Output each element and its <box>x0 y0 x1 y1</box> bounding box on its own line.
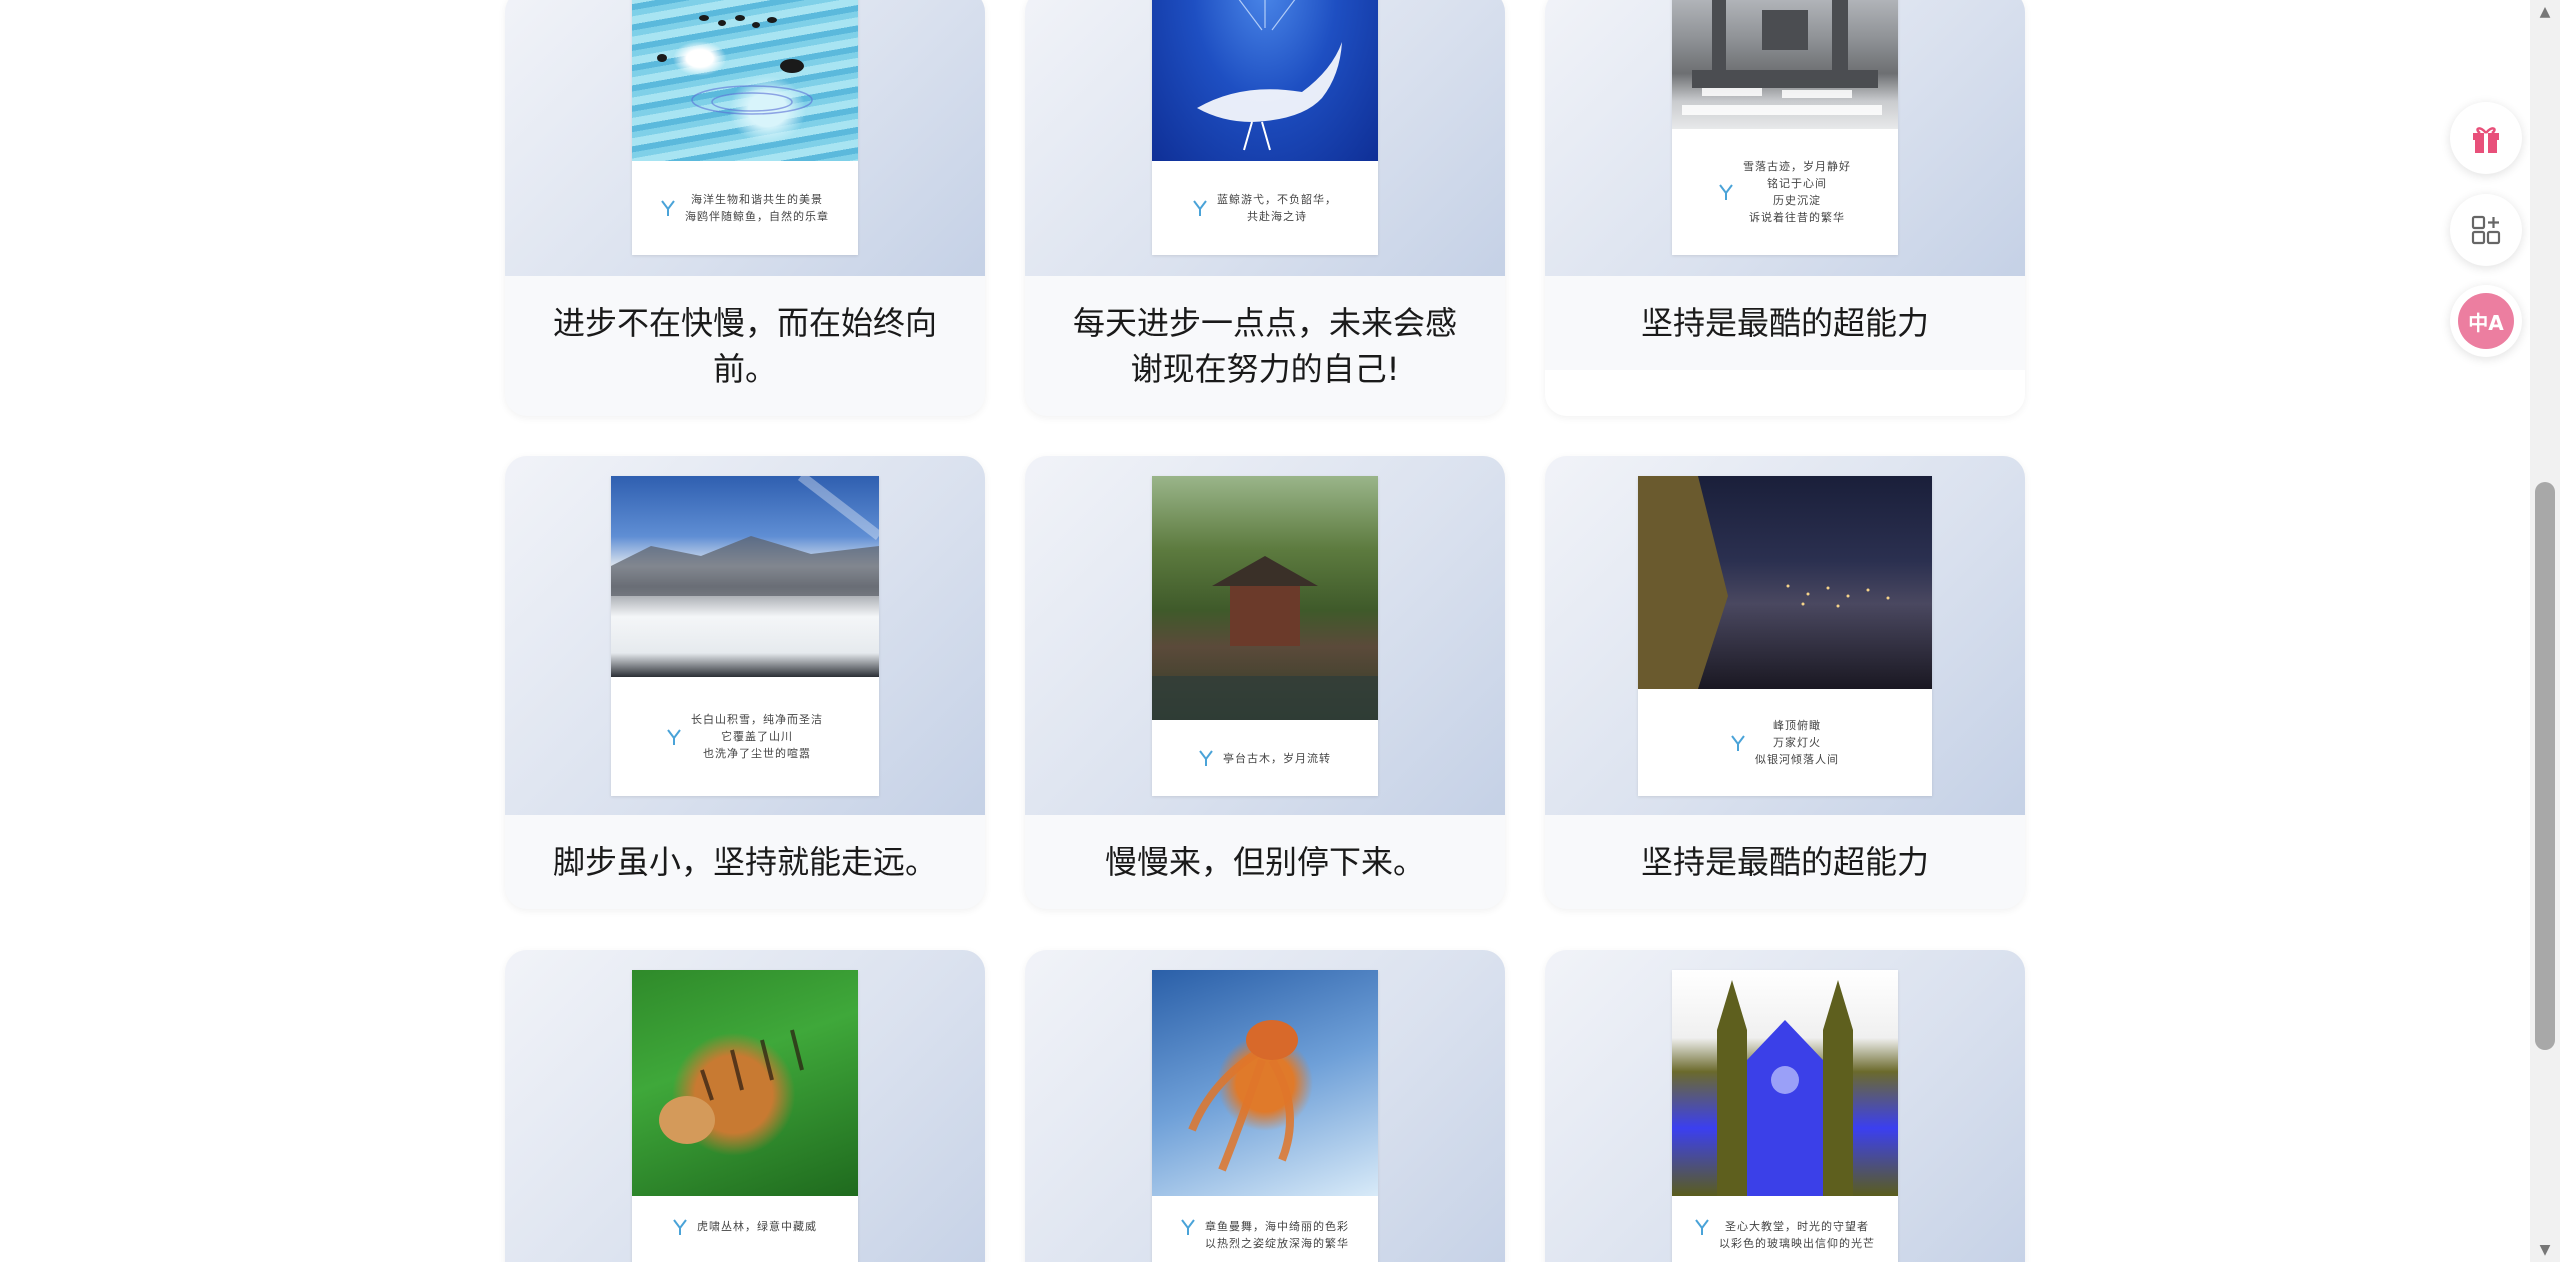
poster-image <box>632 970 858 1196</box>
brand-logo-icon <box>1181 1219 1195 1235</box>
garden-pavilion-illustration <box>1152 556 1378 720</box>
gift-icon <box>2473 127 2499 153</box>
poster-caption-text: 海洋生物和谐共生的美景 海鸥伴随鲸鱼，自然的乐章 <box>685 193 829 223</box>
poster: 海洋生物和谐共生的美景 海鸥伴随鲸鱼，自然的乐章 <box>632 0 858 255</box>
poster-card[interactable]: 峰顶俯瞰 万家灯火 似银河倾落人间 坚持是最酷的超能力 <box>1545 456 2025 909</box>
card-media: 虎啸丛林，绿意中藏威 <box>505 950 985 1262</box>
poster-caption: 圣心大教堂，时光的守望者 以彩色的玻璃映出信仰的光芒 <box>1672 1196 1898 1262</box>
card-title: 坚持是最酷的超能力 <box>1640 843 1929 881</box>
poster-caption-text: 蓝鲸游弋，不负韶华， 共赴海之诗 <box>1217 193 1337 223</box>
poster-image <box>632 0 858 161</box>
scrollbar-thumb[interactable] <box>2535 482 2555 1050</box>
gift-button[interactable] <box>2450 102 2522 174</box>
poster-image <box>1672 0 1898 129</box>
poster-card[interactable]: 雪落古迹，岁月静好 铭记于心间 历史沉淀 诉说着往昔的繁华 坚持是最酷的超能力 <box>1545 0 2025 416</box>
translate-icon: 中A <box>2458 293 2514 349</box>
brand-logo-icon <box>1199 750 1213 766</box>
poster-image <box>1638 476 1932 689</box>
brand-logo-icon <box>1695 1219 1709 1235</box>
brand-logo-icon <box>1193 200 1207 216</box>
poster-caption: 海洋生物和谐共生的美景 海鸥伴随鲸鱼，自然的乐章 <box>632 161 858 255</box>
poster-image <box>1672 970 1898 1196</box>
poster-caption: 长白山积雪，纯净而圣洁 它覆盖了山川 也洗净了尘世的喧嚣 <box>611 677 879 796</box>
poster: 蓝鲸游弋，不负韶华， 共赴海之诗 <box>1152 0 1378 255</box>
card-title: 坚持是最酷的超能力 <box>1640 304 1929 342</box>
brand-logo-icon <box>661 200 675 216</box>
card-title: 进步不在快慢，而在始终向前。 <box>552 304 937 388</box>
card-media: 圣心大教堂，时光的守望者 以彩色的玻璃映出信仰的光芒 <box>1545 950 2025 1262</box>
poster-caption-text: 长白山积雪，纯净而圣洁 它覆盖了山川 也洗净了尘世的喧嚣 <box>691 713 823 760</box>
poster-card[interactable]: 海洋生物和谐共生的美景 海鸥伴随鲸鱼，自然的乐章 进步不在快慢，而在始终向前。 <box>505 0 985 416</box>
ruins-illustration <box>1682 0 1882 115</box>
poster: 雪落古迹，岁月静好 铭记于心间 历史沉淀 诉说着往昔的繁华 <box>1672 0 1898 255</box>
card-title: 慢慢来，但别停下来。 <box>1104 843 1425 881</box>
poster-caption-text: 圣心大教堂，时光的守望者 以彩色的玻璃映出信仰的光芒 <box>1719 1220 1875 1250</box>
cathedral-illustration <box>1717 980 1853 1196</box>
poster-image <box>1152 476 1378 720</box>
poster-card[interactable]: 蓝鲸游弋，不负韶华， 共赴海之诗 每天进步一点点，未来会感谢现在努力的自己! <box>1025 0 1505 416</box>
apps-add-icon <box>2471 215 2501 245</box>
night-city-illustration <box>1638 476 1890 689</box>
poster-caption: 雪落古迹，岁月静好 铭记于心间 历史沉淀 诉说着往昔的繁华 <box>1672 129 1898 255</box>
poster-caption-text: 雪落古迹，岁月静好 铭记于心间 历史沉淀 诉说着往昔的繁华 <box>1743 160 1851 224</box>
poster: 虎啸丛林，绿意中藏威 <box>632 970 858 1262</box>
poster-image <box>1152 0 1378 161</box>
poster-caption-text: 峰顶俯瞰 万家灯火 似银河倾落人间 <box>1755 719 1839 766</box>
poster-caption: 亭台古木，岁月流转 <box>1152 720 1378 796</box>
poster: 峰顶俯瞰 万家灯火 似银河倾落人间 <box>1638 476 1932 796</box>
brand-logo-icon <box>667 728 681 745</box>
poster-caption: 虎啸丛林，绿意中藏威 <box>632 1196 858 1262</box>
poster-card[interactable]: 长白山积雪，纯净而圣洁 它覆盖了山川 也洗净了尘世的喧嚣 脚步虽小，坚持就能走远… <box>505 456 985 909</box>
poster-caption-text: 亭台古木，岁月流转 <box>1223 751 1331 765</box>
apps-button[interactable] <box>2450 194 2522 266</box>
card-media: 峰顶俯瞰 万家灯火 似银河倾落人间 <box>1545 456 2025 815</box>
scroll-up-arrow[interactable]: ▲ <box>2535 2 2555 22</box>
card-title: 脚步虽小，坚持就能走远。 <box>552 843 937 881</box>
poster: 长白山积雪，纯净而圣洁 它覆盖了山川 也洗净了尘世的喧嚣 <box>611 476 879 796</box>
tiger-illustration <box>659 1029 804 1144</box>
poster-image <box>611 476 879 677</box>
scroll-down-arrow[interactable]: ▼ <box>2535 1240 2555 1260</box>
whale-illustration <box>1197 0 1342 151</box>
card-footer <box>1545 370 2025 416</box>
brand-logo-icon <box>1719 184 1733 200</box>
card-media: 雪落古迹，岁月静好 铭记于心间 历史沉淀 诉说着往昔的繁华 <box>1545 0 2025 276</box>
translate-button[interactable]: 中A <box>2450 285 2522 357</box>
poster-caption-text: 章鱼曼舞，海中绮丽的色彩 以热烈之姿绽放深海的繁华 <box>1205 1220 1349 1250</box>
poster: 亭台古木，岁月流转 <box>1152 476 1378 796</box>
poster-caption: 章鱼曼舞，海中绮丽的色彩 以热烈之姿绽放深海的繁华 <box>1152 1196 1378 1262</box>
octopus-illustration <box>1188 1020 1298 1172</box>
poster: 章鱼曼舞，海中绮丽的色彩 以热烈之姿绽放深海的繁华 <box>1152 970 1378 1262</box>
page: 海洋生物和谐共生的美景 海鸥伴随鲸鱼，自然的乐章 进步不在快慢，而在始终向前。 <box>0 0 2560 1262</box>
swimmers-illustration <box>657 15 813 115</box>
poster-card[interactable]: 亭台古木，岁月流转 慢慢来，但别停下来。 <box>1025 456 1505 909</box>
brand-logo-icon <box>673 1219 687 1235</box>
card-media: 亭台古木，岁月流转 <box>1025 456 1505 815</box>
poster-card[interactable]: 虎啸丛林，绿意中藏威 <box>505 950 985 1262</box>
poster-card[interactable]: 圣心大教堂，时光的守望者 以彩色的玻璃映出信仰的光芒 <box>1545 950 2025 1262</box>
brand-logo-icon <box>1731 734 1745 751</box>
poster-caption-text: 虎啸丛林，绿意中藏威 <box>697 1220 817 1233</box>
snow-mountain-illustration <box>611 476 879 596</box>
poster-image <box>1152 970 1378 1196</box>
card-media: 海洋生物和谐共生的美景 海鸥伴随鲸鱼，自然的乐章 <box>505 0 985 276</box>
poster-caption: 峰顶俯瞰 万家灯火 似银河倾落人间 <box>1638 689 1932 796</box>
card-media: 长白山积雪，纯净而圣洁 它覆盖了山川 也洗净了尘世的喧嚣 <box>505 456 985 815</box>
card-media: 章鱼曼舞，海中绮丽的色彩 以热烈之姿绽放深海的繁华 <box>1025 950 1505 1262</box>
poster-card[interactable]: 章鱼曼舞，海中绮丽的色彩 以热烈之姿绽放深海的繁华 <box>1025 950 1505 1262</box>
card-media: 蓝鲸游弋，不负韶华， 共赴海之诗 <box>1025 0 1505 276</box>
card-title: 每天进步一点点，未来会感谢现在努力的自己! <box>1072 304 1457 388</box>
poster-caption: 蓝鲸游弋，不负韶华， 共赴海之诗 <box>1152 161 1378 255</box>
poster: 圣心大教堂，时光的守望者 以彩色的玻璃映出信仰的光芒 <box>1672 970 1898 1262</box>
translate-label: 中A <box>2468 310 2504 335</box>
